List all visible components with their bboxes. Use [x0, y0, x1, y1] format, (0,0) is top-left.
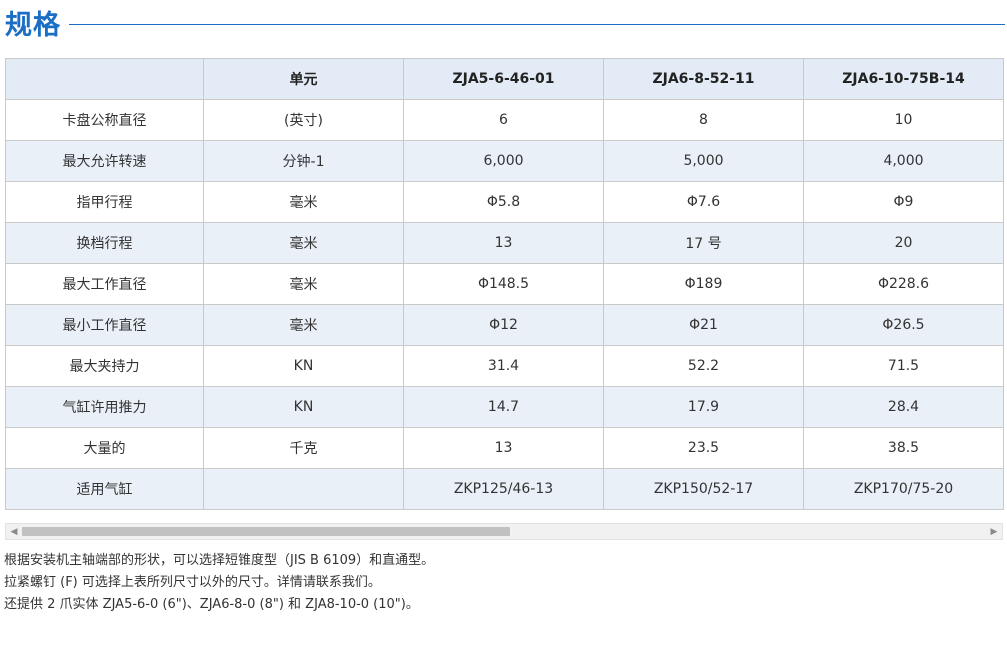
value-cell: 17.9: [603, 386, 804, 428]
row-label-cell: 指甲行程: [5, 181, 204, 223]
value-cell: 20: [803, 222, 1004, 264]
row-label-cell: 卡盘公称直径: [5, 99, 204, 141]
value-cell: 5,000: [603, 140, 804, 182]
row-label-cell: 气缸许用推力: [5, 386, 204, 428]
scroll-left-icon[interactable]: ◀: [7, 524, 21, 539]
row-label-cell: 最大工作直径: [5, 263, 204, 305]
value-cell: 28.4: [803, 386, 1004, 428]
value-cell: 17 号: [603, 222, 804, 264]
scroll-right-icon[interactable]: ▶: [987, 524, 1001, 539]
value-cell: 8: [603, 99, 804, 141]
unit-cell: 毫米: [203, 222, 404, 264]
unit-cell: 毫米: [203, 263, 404, 305]
value-cell: ZKP170/75-20: [803, 468, 1004, 510]
value-cell: Φ189: [603, 263, 804, 305]
table-row: 大量的 千克 13 23.5 38.5: [5, 427, 1004, 469]
section-heading: 规格: [5, 2, 1005, 42]
value-cell: 14.7: [403, 386, 604, 428]
value-cell: Φ5.8: [403, 181, 604, 223]
unit-cell: 分钟-1: [203, 140, 404, 182]
section-title: 规格: [5, 9, 61, 41]
header-cell-unit: 单元: [203, 58, 404, 100]
value-cell: Φ21: [603, 304, 804, 346]
value-cell: Φ228.6: [803, 263, 1004, 305]
unit-cell: KN: [203, 345, 404, 387]
value-cell: Φ148.5: [403, 263, 604, 305]
row-label-cell: 适用气缸: [5, 468, 204, 510]
value-cell: Φ9: [803, 181, 1004, 223]
row-label-cell: 最大夹持力: [5, 345, 204, 387]
header-cell-blank: [5, 58, 204, 100]
footnotes: 根据安装机主轴端部的形状，可以选择短锥度型（JIS B 6109）和直通型。 拉…: [4, 550, 434, 616]
value-cell: ZKP125/46-13: [403, 468, 604, 510]
table-row: 适用气缸 ZKP125/46-13 ZKP150/52-17 ZKP170/75-20: [5, 468, 1004, 510]
value-cell: 6: [403, 99, 604, 141]
header-cell-model: ZJA6-8-52-11: [603, 58, 804, 100]
table-row: 最小工作直径 毫米 Φ12 Φ21 Φ26.5: [5, 304, 1004, 346]
value-cell: 23.5: [603, 427, 804, 469]
footnote: 根据安装机主轴端部的形状，可以选择短锥度型（JIS B 6109）和直通型。: [4, 553, 435, 568]
unit-cell: 千克: [203, 427, 404, 469]
unit-cell: KN: [203, 386, 404, 428]
value-cell: 6,000: [403, 140, 604, 182]
table-row: 指甲行程 毫米 Φ5.8 Φ7.6 Φ9: [5, 181, 1004, 223]
row-label-cell: 大量的: [5, 427, 204, 469]
row-label-cell: 最小工作直径: [5, 304, 204, 346]
table-row: 最大允许转速 分钟-1 6,000 5,000 4,000: [5, 140, 1004, 182]
table-header-row: 单元 ZJA5-6-46-01 ZJA6-8-52-11 ZJA6-10-75B…: [5, 58, 1004, 100]
unit-cell: (英寸): [203, 99, 404, 141]
value-cell: Φ26.5: [803, 304, 1004, 346]
unit-cell: [203, 468, 404, 510]
scrollbar-thumb[interactable]: [22, 527, 510, 536]
value-cell: 38.5: [803, 427, 1004, 469]
value-cell: 13: [403, 222, 604, 264]
horizontal-scrollbar[interactable]: ◀ ▶: [5, 523, 1003, 540]
value-cell: Φ12: [403, 304, 604, 346]
heading-divider: [69, 23, 1005, 25]
table-row: 气缸许用推力 KN 14.7 17.9 28.4: [5, 386, 1004, 428]
footnote: 拉紧螺钉 (F) 可选择上表所列尺寸以外的尺寸。详情请联系我们。: [4, 575, 381, 590]
header-cell-model: ZJA5-6-46-01: [403, 58, 604, 100]
value-cell: 13: [403, 427, 604, 469]
row-label-cell: 换档行程: [5, 222, 204, 264]
table-body: 卡盘公称直径 (英寸) 6 8 10 最大允许转速 分钟-1 6,000 5,000 4,000 指…: [5, 99, 1004, 510]
spec-table-container: 单元 ZJA5-6-46-01 ZJA6-8-52-11 ZJA6-10-75B…: [5, 58, 1004, 510]
footnote: 还提供 2 爪实体 ZJA5-6-0 (6")、ZJA6-8-0 (8") 和 …: [4, 597, 419, 612]
table-row: 最大工作直径 毫米 Φ148.5 Φ189 Φ228.6: [5, 263, 1004, 305]
value-cell: Φ7.6: [603, 181, 804, 223]
unit-cell: 毫米: [203, 304, 404, 346]
row-label-cell: 最大允许转速: [5, 140, 204, 182]
unit-cell: 毫米: [203, 181, 404, 223]
table-row: 卡盘公称直径 (英寸) 6 8 10: [5, 99, 1004, 141]
value-cell: 31.4: [403, 345, 604, 387]
table-row: 最大夹持力 KN 31.4 52.2 71.5: [5, 345, 1004, 387]
value-cell: 10: [803, 99, 1004, 141]
value-cell: 4,000: [803, 140, 1004, 182]
value-cell: 52.2: [603, 345, 804, 387]
value-cell: 71.5: [803, 345, 1004, 387]
table-row: 换档行程 毫米 13 17 号 20: [5, 222, 1004, 264]
value-cell: ZKP150/52-17: [603, 468, 804, 510]
spec-table: 单元 ZJA5-6-46-01 ZJA6-8-52-11 ZJA6-10-75B…: [5, 58, 1004, 510]
header-cell-model: ZJA6-10-75B-14: [803, 58, 1004, 100]
